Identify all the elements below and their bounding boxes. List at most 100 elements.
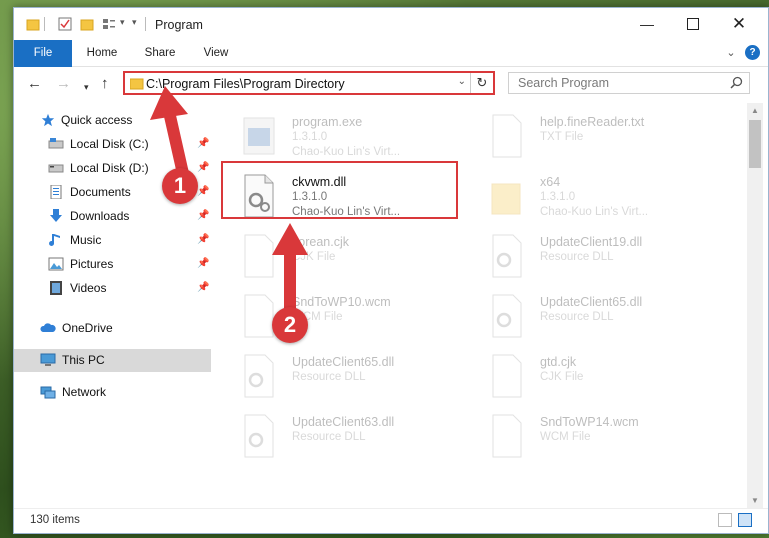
sidebar-item-this-pc[interactable]: This PC [14, 349, 211, 372]
file-item-sndtowp14-wcm[interactable]: SndToWP14.wcm WCM File [482, 409, 722, 469]
sidebar-item-downloads[interactable]: Downloads 📌 [14, 205, 211, 228]
chevron-down-icon[interactable]: ▾ [120, 17, 125, 28]
item-count: 130 items [30, 514, 80, 526]
chevron-down-icon[interactable]: ⌄ [458, 76, 466, 87]
pin-icon[interactable]: 📌 [197, 138, 209, 149]
pin-icon[interactable]: 📌 [197, 258, 209, 269]
file-item-program-exe[interactable]: program.exe 1.3.1.0 Chao-Kuo Lin's Virt.… [234, 109, 474, 169]
maximize-button[interactable] [670, 8, 716, 40]
file-version: 1.3.1.0 [540, 191, 576, 203]
music-icon [49, 234, 60, 246]
file-item-gtd-cjk[interactable]: gtd.cjk CJK File [482, 349, 722, 409]
tab-home[interactable]: Home [80, 40, 124, 66]
large-icons-view-icon[interactable] [738, 513, 752, 527]
network-icon [40, 386, 56, 399]
search-icon[interactable] [730, 76, 743, 89]
file-type: WCM File [540, 431, 591, 443]
new-folder-icon[interactable] [80, 17, 94, 31]
file-icon [244, 294, 274, 338]
file-item-sndtowp10-wcm[interactable]: SndToWP10.wcm WCM File [234, 289, 474, 349]
minimize-icon: — [640, 16, 654, 32]
folder-icon [26, 19, 40, 31]
sidebar-item-label: Music [70, 233, 102, 247]
sidebar-item-label: OneDrive [62, 321, 113, 335]
up-arrow-icon[interactable]: ↑ [101, 76, 109, 92]
pictures-icon [48, 257, 64, 271]
navigation-bar: ← → ▾ ↑ C:\Program Files\Program Directo… [14, 67, 768, 101]
file-type: Resource DLL [292, 371, 366, 383]
file-type: Resource DLL [540, 311, 614, 323]
pin-icon[interactable]: 📌 [197, 162, 209, 173]
file-item-updateclient63-dll[interactable]: UpdateClient63.dll Resource DLL [234, 409, 474, 469]
pin-icon[interactable]: 📌 [197, 234, 209, 245]
vertical-scrollbar[interactable]: ▲ ▼ [747, 103, 763, 508]
window-title: Program [155, 18, 203, 32]
file-item-updateclient19-dll[interactable]: UpdateClient19.dll Resource DLL [482, 229, 722, 289]
file-type: CJK File [292, 251, 336, 263]
sidebar-item-quick-access[interactable]: Quick access [14, 109, 211, 132]
pin-icon[interactable]: 📌 [197, 210, 209, 221]
file-name: korean.cjk [292, 235, 349, 249]
file-item-korean-cjk[interactable]: korean.cjk CJK File [234, 229, 474, 289]
drive-icon [48, 164, 64, 173]
properties-icon[interactable] [58, 17, 72, 31]
file-icon [492, 114, 522, 158]
close-button[interactable]: ✕ [716, 8, 762, 40]
dll-icon [244, 354, 274, 398]
forward-arrow-icon[interactable]: → [56, 76, 71, 92]
file-type: CJK File [540, 371, 584, 383]
scroll-down-icon[interactable]: ▼ [749, 496, 761, 505]
sidebar-item-local-disk-d[interactable]: Local Disk (D:) 📌 [14, 157, 211, 180]
sidebar-item-network[interactable]: Network [14, 381, 211, 404]
file-icon [492, 354, 522, 398]
folder-icon [130, 78, 144, 90]
sidebar-item-onedrive[interactable]: OneDrive [14, 317, 211, 340]
dll-icon [244, 414, 274, 458]
details-view-icon[interactable] [718, 513, 732, 527]
sidebar-item-pictures[interactable]: Pictures 📌 [14, 253, 211, 276]
sidebar-item-music[interactable]: Music 📌 [14, 229, 211, 252]
sidebar-item-label: Downloads [70, 209, 130, 223]
file-item-updateclient65-dll-2[interactable]: UpdateClient65.dll Resource DLL [482, 289, 722, 349]
maximize-icon [687, 18, 699, 30]
address-bar[interactable]: C:\Program Files\Program Directory ⌄ ↻ [123, 71, 495, 95]
help-icon[interactable]: ? [745, 45, 760, 60]
recent-locations-icon[interactable]: ▾ [84, 79, 89, 95]
file-name: program.exe [292, 115, 363, 129]
address-path[interactable]: C:\Program Files\Program Directory [146, 77, 345, 91]
file-item-updateclient65-dll[interactable]: UpdateClient65.dll Resource DLL [234, 349, 474, 409]
file-type: Resource DLL [540, 251, 614, 263]
cloud-icon [40, 323, 56, 332]
sidebar-item-local-disk-c[interactable]: Local Disk (C:) 📌 [14, 133, 211, 156]
file-name: UpdateClient63.dll [292, 415, 395, 429]
file-item-ckvwm-dll[interactable]: ckvwm.dll 1.3.1.0 Chao-Kuo Lin's Virt... [234, 169, 474, 229]
refresh-icon: ↻ [476, 75, 488, 90]
sidebar-item-documents[interactable]: Documents 📌 [14, 181, 211, 204]
pin-icon[interactable]: 📌 [197, 282, 209, 293]
scrollbar-thumb[interactable] [749, 120, 761, 168]
tab-view[interactable]: View [194, 40, 238, 66]
search-placeholder: Search Program [518, 76, 610, 90]
search-input[interactable]: Search Program [508, 72, 750, 94]
file-type: Resource DLL [292, 431, 366, 443]
sidebar-item-label: This PC [62, 353, 105, 367]
file-item-x64[interactable]: x64 1.3.1.0 Chao-Kuo Lin's Virt... [482, 169, 722, 229]
file-company: Chao-Kuo Lin's Virt... [292, 146, 401, 158]
refresh-button[interactable]: ↻ [470, 73, 493, 93]
sidebar-item-videos[interactable]: Videos 📌 [14, 277, 211, 300]
chevron-down-icon[interactable]: ⌄ [724, 46, 738, 60]
divider [145, 17, 146, 31]
file-icon [492, 414, 522, 458]
folder-icon [491, 183, 521, 215]
tab-share[interactable]: Share [138, 40, 182, 66]
file-item-help-finereader-txt[interactable]: help.fineReader.txt TXT File [482, 109, 722, 169]
scroll-up-icon[interactable]: ▲ [749, 106, 761, 115]
customize-icon[interactable] [102, 17, 116, 31]
toolbar-dropdown-icon[interactable]: ▾ [132, 17, 137, 28]
minimize-button[interactable]: — [624, 8, 670, 40]
pin-icon[interactable]: 📌 [197, 186, 209, 197]
file-name: UpdateClient65.dll [292, 355, 395, 369]
dll-icon [244, 174, 274, 218]
back-arrow-icon[interactable]: ← [27, 76, 42, 92]
divider [44, 17, 45, 31]
